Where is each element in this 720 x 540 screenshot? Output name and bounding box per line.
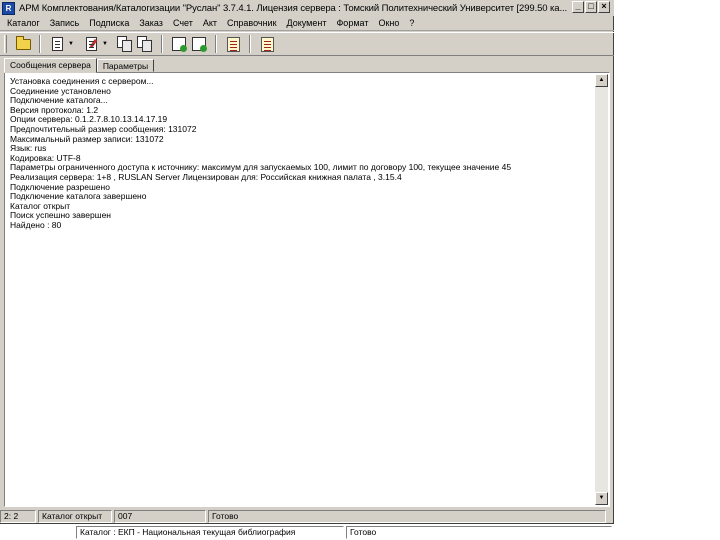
menu-act[interactable]: Акт bbox=[198, 18, 222, 28]
log-line: Поиск успешно завершен bbox=[10, 210, 111, 221]
edit-document-icon bbox=[85, 37, 97, 51]
toolbar-separator bbox=[39, 35, 41, 53]
window-title: АРМ Комплектования/Каталогизации "Руслан… bbox=[19, 2, 568, 14]
copy-icon bbox=[117, 36, 133, 52]
server-messages-log: Установка соединения с сервером... Соеди… bbox=[6, 74, 595, 505]
status-bar: 2: 2 Каталог открыт 007 Готово bbox=[0, 510, 614, 523]
menu-invoice[interactable]: Счет bbox=[168, 18, 198, 28]
menu-help[interactable]: ? bbox=[404, 18, 419, 28]
vertical-scrollbar[interactable]: ▲ ▼ bbox=[595, 74, 608, 505]
main-window: R АРМ Комплектования/Каталогизации "Русл… bbox=[0, 0, 614, 524]
tab-parameters[interactable]: Параметры bbox=[96, 59, 155, 72]
compare-icon bbox=[137, 36, 153, 52]
minimize-button[interactable]: _ bbox=[572, 1, 584, 13]
open-catalog-button[interactable] bbox=[13, 34, 33, 54]
folder-icon bbox=[15, 35, 31, 50]
close-button[interactable]: × bbox=[598, 1, 610, 13]
app-icon[interactable]: R bbox=[2, 1, 15, 15]
status-count: 007 bbox=[114, 510, 206, 523]
menu-format[interactable]: Формат bbox=[331, 18, 373, 28]
edit-record-dropdown[interactable]: ▼ bbox=[101, 34, 109, 54]
title-bar[interactable]: R АРМ Комплектования/Каталогизации "Русл… bbox=[0, 0, 614, 16]
status-position: 2: 2 bbox=[0, 510, 36, 523]
secondary-status-bar: Каталог : ЕКП - Национальная текущая биб… bbox=[76, 526, 614, 539]
list-icon bbox=[260, 36, 274, 52]
new-record-button[interactable] bbox=[47, 34, 67, 54]
status-ready: Готово bbox=[208, 510, 606, 523]
menu-bar: Каталог Запись Подписка Заказ Счет Акт С… bbox=[0, 16, 614, 31]
status-catalog-state: Каталог открыт bbox=[38, 510, 112, 523]
document-icon bbox=[51, 37, 63, 51]
report-icon bbox=[226, 36, 240, 52]
copy-records-button[interactable] bbox=[115, 34, 135, 54]
status-ready-secondary: Готово bbox=[346, 526, 612, 539]
compare-records-button[interactable] bbox=[135, 34, 155, 54]
maximize-button[interactable]: □ bbox=[585, 1, 597, 13]
menu-order[interactable]: Заказ bbox=[134, 18, 168, 28]
menu-record[interactable]: Запись bbox=[45, 18, 85, 28]
edit-record-button[interactable] bbox=[81, 34, 101, 54]
menu-document[interactable]: Документ bbox=[282, 18, 332, 28]
toolbar-grip[interactable] bbox=[4, 35, 7, 53]
log-line: Подключение каталога завершено bbox=[10, 191, 147, 202]
check-document-icon bbox=[172, 37, 187, 52]
toolbar-separator bbox=[161, 35, 163, 53]
report-button[interactable] bbox=[223, 34, 243, 54]
log-line: Язык: rus bbox=[10, 143, 47, 154]
scroll-down-button[interactable]: ▼ bbox=[595, 492, 608, 505]
log-line: Максимальный размер записи: 131072 bbox=[10, 133, 164, 144]
tab-strip: Сообщения сервера Параметры bbox=[4, 58, 155, 73]
window-controls: _ □ × bbox=[572, 1, 610, 13]
toolbar-separator bbox=[249, 35, 251, 53]
server-messages-panel[interactable]: Установка соединения с сервером... Соеди… bbox=[4, 72, 610, 507]
check-button[interactable] bbox=[169, 34, 189, 54]
send-document-icon bbox=[192, 37, 207, 52]
menu-window[interactable]: Окно bbox=[373, 18, 404, 28]
tab-server-messages[interactable]: Сообщения сервера bbox=[4, 58, 97, 73]
send-button[interactable] bbox=[189, 34, 209, 54]
menu-subscription[interactable]: Подписка bbox=[84, 18, 134, 28]
status-current-catalog: Каталог : ЕКП - Национальная текущая биб… bbox=[76, 526, 344, 539]
list-button[interactable] bbox=[257, 34, 277, 54]
menu-catalog[interactable]: Каталог bbox=[0, 18, 45, 28]
toolbar-separator bbox=[215, 35, 217, 53]
log-line: Найдено : 80 bbox=[10, 219, 62, 230]
toolbar: ▼ ▼ bbox=[0, 32, 614, 56]
scroll-up-button[interactable]: ▲ bbox=[595, 74, 608, 87]
menu-reference[interactable]: Справочник bbox=[222, 18, 282, 28]
new-record-dropdown[interactable]: ▼ bbox=[67, 34, 75, 54]
